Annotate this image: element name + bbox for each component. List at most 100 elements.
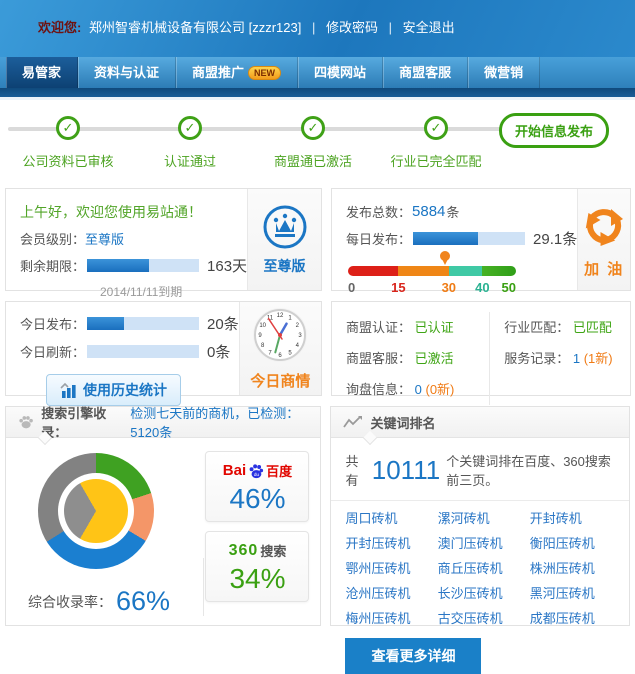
- so360-percentage: 34%: [206, 563, 308, 595]
- daily-publish-gauge: 0 15 30 40 50: [348, 266, 516, 296]
- tab-shangmeng-tuiguang[interactable]: 商盟推广 NEW: [176, 57, 298, 88]
- keyword-link[interactable]: 长沙压砖机: [438, 581, 530, 606]
- service-record-new[interactable]: (1新): [584, 351, 613, 366]
- keyword-link[interactable]: 梅州压砖机: [345, 606, 437, 631]
- industry-match-value: 已匹配: [573, 320, 612, 335]
- svg-text:du: du: [254, 471, 260, 477]
- keyword-link[interactable]: 沧州压砖机: [345, 581, 437, 606]
- publish-stats-panel: 发布总数： 5884 条 每日发布： 29.1条 0 15: [331, 188, 631, 291]
- start-publish-button[interactable]: 开始信息发布: [499, 113, 609, 148]
- gauge-tick: 40: [475, 280, 489, 295]
- greeting-text: 上午好，欢迎您使用易站通！: [20, 202, 247, 222]
- today-refresh-label: 今日刷新：: [20, 342, 85, 361]
- member-level-label: 会员级别：: [20, 229, 85, 248]
- keyword-link[interactable]: 鄂州压砖机: [345, 556, 437, 581]
- member-level-value[interactable]: 至尊版: [85, 229, 124, 248]
- today-stats-panel: 今日发布： 20条 今日刷新： 0条 使用历史统计: [5, 301, 322, 396]
- check-icon: ✓: [56, 116, 80, 140]
- boost-label: 加 油: [584, 258, 624, 279]
- keyword-link[interactable]: 古交压砖机: [438, 606, 530, 631]
- keyword-link[interactable]: 周口砖机: [345, 506, 437, 531]
- keywords-panel: 关键词排名 共有 10111 个关键词排在百度、360搜索前三页。 周口砖机 漯…: [330, 406, 630, 626]
- baidu-logo: Bai du 百度: [206, 461, 308, 480]
- keyword-link[interactable]: 衡阳压砖机: [530, 531, 622, 556]
- keywords-count: 10111: [372, 455, 440, 486]
- expire-date: 2014/11/11到期: [100, 283, 247, 300]
- top-bar: 欢迎您: 郑州智睿机械设备有限公司 [zzzr123] | 修改密码 | 安全退…: [0, 0, 635, 57]
- market-label: 今日商情: [250, 370, 310, 391]
- tab-yiguanjia[interactable]: 易管家: [6, 57, 78, 88]
- membership-panel: 上午好，欢迎您使用易站通！ 会员级别： 至尊版 剩余期限： 163天 2014/…: [5, 188, 322, 291]
- alliance-service-label: 商盟客服：: [346, 351, 411, 366]
- step-label-activated: 商盟通已激活: [248, 151, 378, 170]
- refresh-icon: [578, 200, 630, 252]
- keywords-panel-header: 关键词排名: [331, 407, 629, 438]
- keyword-link[interactable]: 株洲压砖机: [530, 556, 622, 581]
- welcome-line: 欢迎您: 郑州智睿机械设备有限公司 [zzzr123] | 修改密码 | 安全退…: [0, 0, 635, 36]
- steps-track-line: [8, 127, 528, 131]
- crown-icon: [262, 204, 308, 250]
- alliance-service-value: 已激活: [415, 351, 454, 366]
- industry-match-label: 行业匹配：: [504, 320, 569, 335]
- tab-simo-wangzhan[interactable]: 四模网站: [298, 57, 383, 88]
- vertical-divider: [203, 558, 204, 616]
- seo-panel-header: 搜索引擎收录： 检测七天前的商机，已检测：5120条: [6, 407, 320, 438]
- baidu-percentage: 46%: [206, 483, 308, 515]
- inquiry-label: 询盘信息：: [346, 382, 411, 397]
- publish-total-label: 发布总数：: [346, 202, 411, 221]
- keywords-title: 关键词排名: [370, 413, 435, 432]
- keyword-link[interactable]: 成都压砖机: [530, 606, 622, 631]
- main-nav: 易管家 资料与认证 商盟推广 NEW 四模网站 商盟客服 微营销: [0, 57, 635, 88]
- service-record-label: 服务记录：: [504, 351, 569, 366]
- gauge-pin-icon: [440, 251, 450, 261]
- publish-total-unit: 条: [446, 202, 459, 221]
- logout-link[interactable]: 安全退出: [403, 20, 455, 35]
- keyword-link[interactable]: 黑河压砖机: [530, 581, 622, 606]
- gauge-tick: 30: [442, 280, 456, 295]
- daily-publish-value: 29.1条: [533, 228, 577, 249]
- service-record-count[interactable]: 1: [573, 351, 580, 366]
- seo-subtitle: 检测七天前的商机，已检测：5120条: [130, 403, 320, 441]
- alliance-cert-label: 商盟认证：: [346, 320, 411, 335]
- today-publish-value: 20条: [207, 313, 239, 334]
- today-refresh-progressbar: [87, 345, 199, 358]
- nav-underline-strip: [0, 88, 635, 97]
- keyword-link[interactable]: 澳门压砖机: [438, 531, 530, 556]
- keywords-summary: 共有 10111 个关键词排在百度、360搜索前三页。: [331, 438, 629, 501]
- keyword-link[interactable]: 漯河砖机: [438, 506, 530, 531]
- keyword-link[interactable]: 开封压砖机: [345, 531, 437, 556]
- tab-shangmeng-kefu[interactable]: 商盟客服: [383, 57, 468, 88]
- inquiry-new-count[interactable]: (0新): [426, 382, 455, 397]
- new-badge: NEW: [248, 66, 281, 80]
- tab-ziliao-renzheng[interactable]: 资料与认证: [78, 57, 176, 88]
- seo-panel: 搜索引擎收录： 检测七天前的商机，已检测：5120条 综合收录率： 66% Ba…: [5, 406, 321, 626]
- welcome-label: 欢迎您:: [38, 20, 81, 35]
- tab-weiyingxiao[interactable]: 微营销: [468, 57, 540, 88]
- change-password-link[interactable]: 修改密码: [326, 20, 378, 35]
- keyword-link[interactable]: 开封砖机: [530, 506, 622, 531]
- keyword-link[interactable]: 商丘压砖机: [438, 556, 530, 581]
- paw-icon: [18, 414, 34, 430]
- usage-history-button[interactable]: 使用历史统计: [46, 374, 181, 406]
- baidu-card: Bai du 百度 46%: [205, 451, 309, 522]
- overall-rate-label: 综合收录率：: [28, 592, 112, 612]
- membership-badge-section[interactable]: 至尊版: [247, 189, 321, 290]
- svg-text:12: 12: [277, 313, 284, 319]
- inquiry-count[interactable]: 0: [415, 382, 422, 397]
- company-name: 郑州智睿机械设备有限公司 [zzzr123]: [89, 20, 301, 35]
- today-refresh-value: 0条: [207, 341, 230, 362]
- chart-bars-icon: [60, 382, 77, 398]
- check-icon: ✓: [301, 116, 325, 140]
- seo-donut-inner-pie: [64, 479, 128, 543]
- boost-section[interactable]: 加 油: [577, 189, 630, 290]
- today-publish-label: 今日发布：: [20, 314, 85, 333]
- remaining-days: 163天: [207, 255, 247, 276]
- overall-rate-value: 66%: [116, 586, 170, 617]
- market-section[interactable]: 1212 345 678 91011 今日商情: [239, 302, 321, 395]
- publish-total-value: 5884: [412, 203, 445, 220]
- svg-text:10: 10: [260, 323, 267, 329]
- view-more-button[interactable]: 查看更多详细: [345, 638, 481, 674]
- step-label-matched: 行业已完全匹配: [371, 151, 501, 170]
- so360-logo: 360 搜索: [206, 541, 308, 560]
- daily-publish-progressbar: [413, 232, 525, 245]
